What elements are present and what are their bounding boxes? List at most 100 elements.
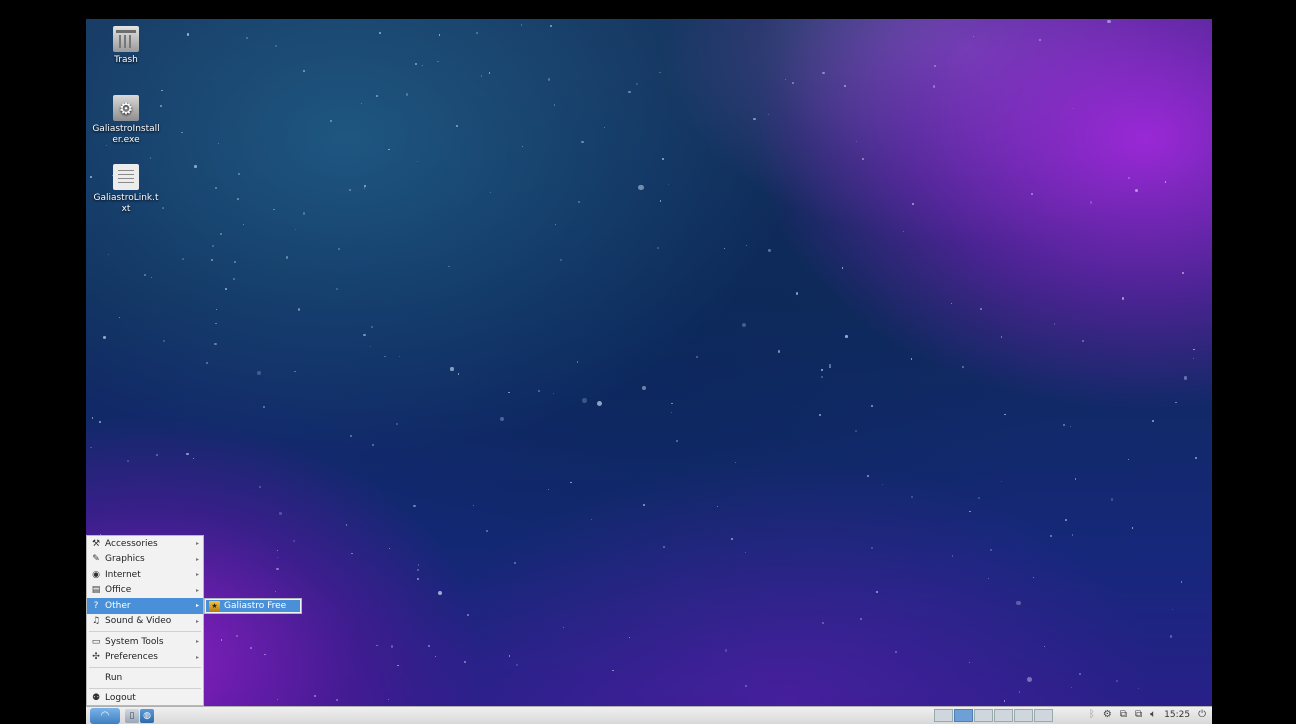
menu-item-office[interactable]: ▤ Office ▸ — [87, 583, 203, 599]
wallpaper-star — [612, 669, 614, 672]
wallpaper-star — [521, 145, 523, 147]
wallpaper-star — [576, 361, 579, 363]
submenu-arrow-icon: ▸ — [195, 638, 199, 646]
wallpaper-star — [371, 326, 373, 328]
wallpaper-star — [1170, 635, 1173, 638]
wallpaper-star — [1192, 357, 1194, 359]
menu-item-logout[interactable]: ⚉ Logout — [87, 691, 203, 707]
wallpaper-stars — [86, 19, 1212, 724]
wallpaper-star — [277, 550, 279, 552]
wallpaper-star — [186, 452, 189, 456]
wallpaper-star — [642, 386, 646, 391]
menu-item-graphics[interactable]: ✎ Graphics ▸ — [87, 552, 203, 568]
menu-item-other[interactable]: ? Other ▸ — [87, 598, 203, 614]
workspace-2[interactable] — [954, 709, 973, 722]
wallpaper-star — [457, 373, 459, 375]
wallpaper-star — [1131, 527, 1134, 529]
submenu-other: ★ Galiastro Free — [204, 598, 302, 614]
workspace-1[interactable] — [934, 709, 953, 722]
wallpaper-star — [276, 568, 279, 571]
wallpaper-star — [369, 346, 372, 348]
wallpaper-star — [950, 302, 952, 304]
menu-item-preferences[interactable]: ✣ Preferences ▸ — [87, 650, 203, 666]
preferences-icon: ✣ — [92, 652, 100, 663]
wallpaper-star — [338, 247, 340, 250]
bluetooth-icon[interactable]: ᛒ — [1089, 709, 1095, 720]
wallpaper-star — [1072, 108, 1074, 110]
menu-item-accessories[interactable]: ⚒ Accessories ▸ — [87, 536, 203, 552]
wallpaper-star — [1039, 38, 1042, 42]
menu-separator — [89, 667, 201, 668]
wallpaper-star — [194, 165, 197, 168]
power-icon[interactable]: ⏻ — [1198, 709, 1206, 720]
web-browser-launcher[interactable]: ◍ — [140, 708, 154, 723]
wallpaper-star — [638, 185, 644, 191]
accessories-icon: ⚒ — [91, 538, 101, 549]
submenu-item-label: Galiastro Free — [224, 601, 287, 611]
wallpaper-star — [390, 645, 394, 648]
wallpaper-star — [348, 188, 351, 191]
wallpaper-star — [933, 65, 936, 67]
wallpaper-star — [855, 141, 857, 143]
wallpaper-star — [303, 70, 306, 73]
network-icon[interactable]: ⧉ — [1120, 709, 1127, 720]
desktop[interactable]: Trash ⚙ GaliastroInstaller.exe Galiastro… — [86, 19, 1212, 724]
wallpaper-star — [150, 157, 152, 159]
wallpaper-star — [821, 369, 823, 371]
wallpaper-star — [384, 355, 387, 358]
wallpaper-star — [1194, 457, 1197, 460]
workspace-6[interactable] — [1034, 709, 1053, 722]
wallpaper-star — [509, 655, 511, 657]
wallpaper-star — [855, 429, 858, 432]
wallpaper-star — [212, 245, 214, 247]
menu-item-run[interactable]: Run — [87, 670, 203, 686]
wallpaper-star — [520, 23, 523, 26]
workspace-3[interactable] — [974, 709, 993, 722]
wallpaper-star — [1127, 458, 1130, 461]
clock[interactable]: 15:25 — [1164, 710, 1190, 720]
wallpaper-star — [876, 591, 879, 594]
network-manager-icon[interactable]: ⚙ — [1103, 709, 1112, 720]
submenu-arrow-icon: ▸ — [195, 617, 199, 625]
menu-item-internet[interactable]: ◉ Internet ▸ — [87, 567, 203, 583]
wallpaper-star — [486, 529, 489, 532]
submenu-arrow-icon: ▸ — [195, 602, 199, 610]
wallpaper-star — [233, 260, 236, 263]
wallpaper-star — [215, 187, 218, 190]
submenu-item-galiastro-free[interactable]: ★ Galiastro Free — [206, 600, 300, 612]
workspace-4[interactable] — [994, 709, 1013, 722]
menu-item-system-tools[interactable]: ▭ System Tools ▸ — [87, 634, 203, 650]
wallpaper-star — [867, 474, 870, 477]
wallpaper-star — [643, 503, 645, 506]
wallpaper-star — [742, 323, 747, 328]
wallpaper-star — [417, 568, 420, 571]
logout-icon: ⚉ — [91, 693, 101, 704]
desktop-icon-label: GaliastroLink.txt — [93, 193, 159, 214]
wallpaper-star — [663, 545, 666, 548]
wallpaper-star — [1175, 401, 1177, 403]
workspace-5[interactable] — [1014, 709, 1033, 722]
wallpaper-star — [372, 443, 375, 446]
desktop-icon-trash[interactable]: Trash — [86, 26, 166, 66]
wallpaper-star — [538, 390, 541, 393]
wallpaper-star — [972, 35, 974, 37]
network-wired-icon[interactable]: ⧉ — [1135, 709, 1142, 720]
wallpaper-star — [977, 496, 980, 499]
wallpaper-star — [1000, 336, 1003, 338]
wallpaper-star — [285, 256, 289, 259]
wallpaper-star — [417, 564, 419, 566]
wallpaper-star — [91, 417, 93, 419]
wallpaper-star — [822, 71, 825, 74]
volume-icon[interactable]: 🔈︎ — [1150, 709, 1156, 720]
menu-item-sound-video[interactable]: ♫ Sound & Video ▸ — [87, 614, 203, 630]
wallpaper-star — [336, 288, 338, 290]
start-menu-button[interactable]: ◠ — [90, 707, 120, 724]
desktop-icon-link-txt[interactable]: GaliastroLink.txt — [86, 164, 166, 215]
file-manager-launcher[interactable]: ▯ — [125, 708, 139, 723]
web-browser-icon: ◍ — [143, 710, 151, 721]
wallpaper-star — [437, 60, 439, 62]
desktop-icon-installer[interactable]: ⚙ GaliastroInstaller.exe — [86, 95, 166, 146]
wallpaper-star — [547, 78, 550, 81]
wallpaper-star — [422, 64, 424, 66]
wallpaper-star — [243, 223, 245, 226]
